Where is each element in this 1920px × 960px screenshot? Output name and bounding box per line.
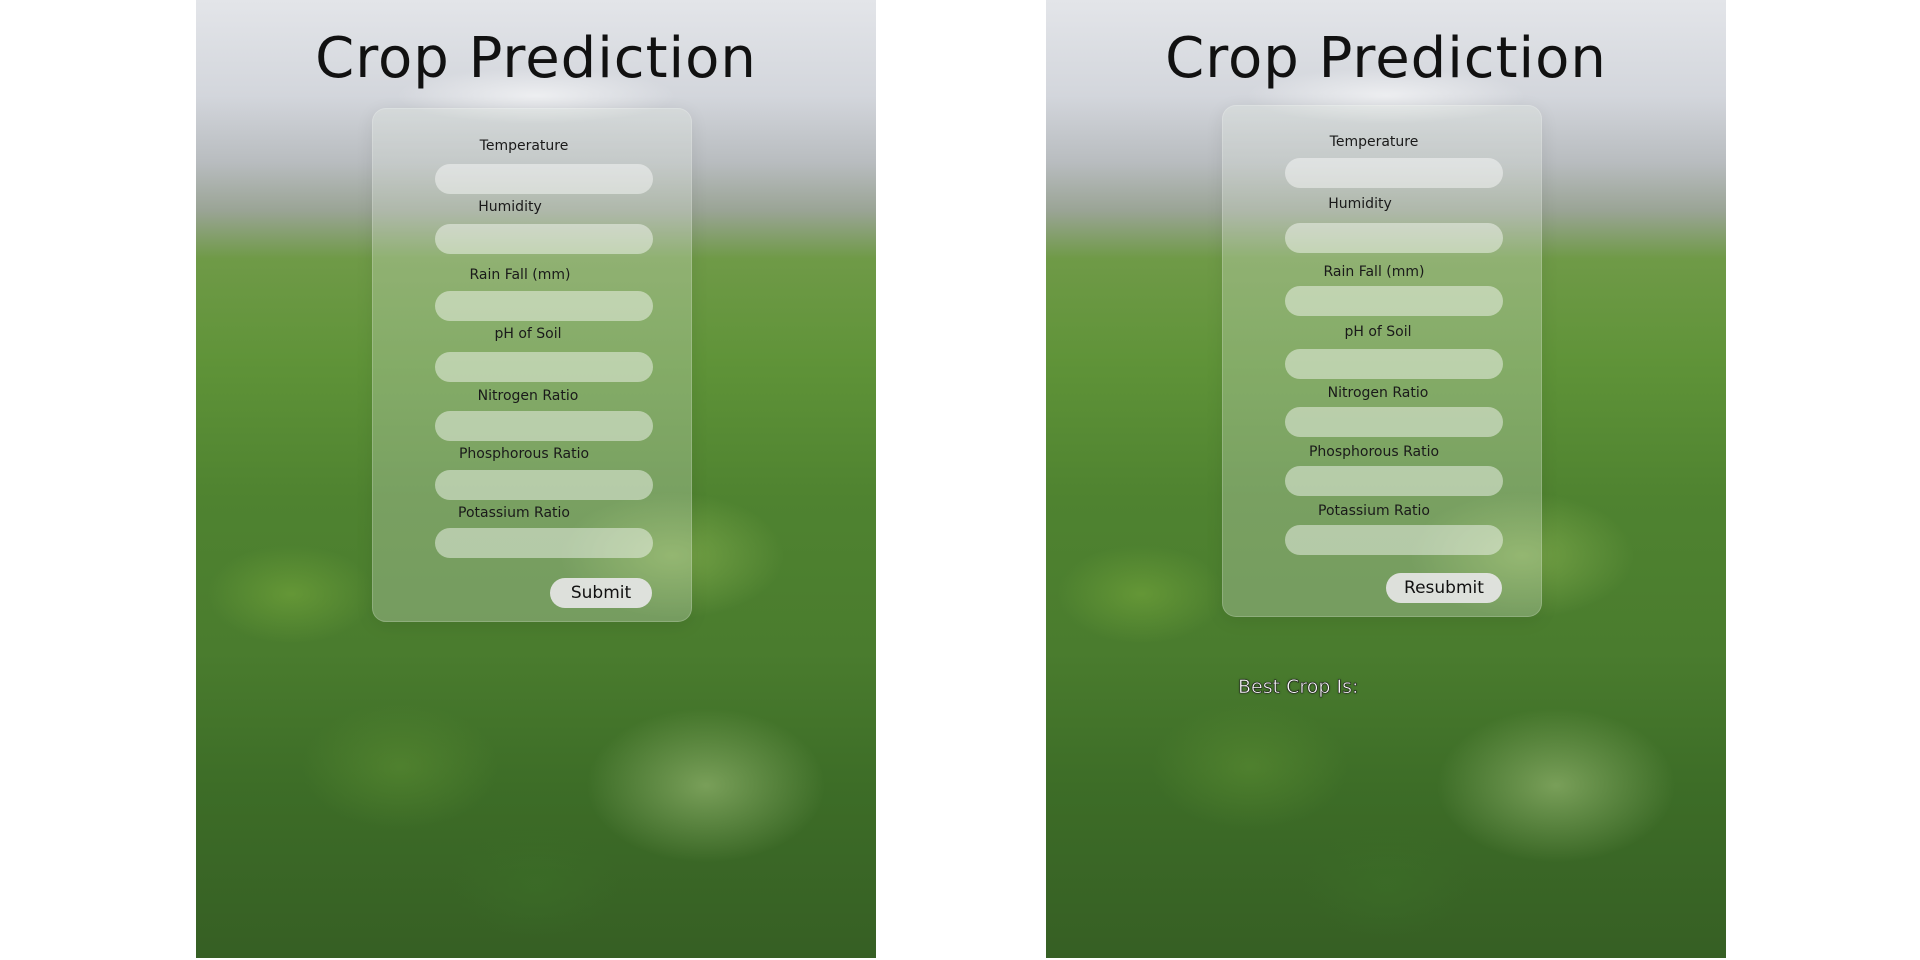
input-card: Temperature Humidity Rain Fall (mm) pH o… xyxy=(372,108,692,622)
form-screen-initial: Crop Prediction Temperature Humidity Rai… xyxy=(196,0,876,958)
soil-ph-input[interactable] xyxy=(435,352,653,382)
temperature-label: Temperature xyxy=(1329,134,1419,150)
nitrogen-label: Nitrogen Ratio xyxy=(477,388,579,404)
resubmit-button[interactable]: Resubmit xyxy=(1386,573,1502,603)
phosphorous-input[interactable] xyxy=(1285,466,1503,496)
best-crop-result: Best Crop Is: xyxy=(1238,676,1359,699)
potassium-label: Potassium Ratio xyxy=(458,505,570,521)
rainfall-input[interactable] xyxy=(435,291,653,321)
rainfall-label: Rain Fall (mm) xyxy=(469,267,571,283)
soil-ph-input[interactable] xyxy=(1285,349,1503,379)
soil-ph-label: pH of Soil xyxy=(494,326,562,342)
soil-ph-label: pH of Soil xyxy=(1344,324,1412,340)
potassium-input[interactable] xyxy=(1285,525,1503,555)
nitrogen-input[interactable] xyxy=(1285,407,1503,437)
page-title: Crop Prediction xyxy=(1165,26,1607,91)
temperature-label: Temperature xyxy=(479,138,569,154)
temperature-input[interactable] xyxy=(435,164,653,194)
nitrogen-input[interactable] xyxy=(435,411,653,441)
submit-button[interactable]: Submit xyxy=(550,578,652,608)
nitrogen-label: Nitrogen Ratio xyxy=(1327,385,1429,401)
temperature-input[interactable] xyxy=(1285,158,1503,188)
humidity-label: Humidity xyxy=(478,199,542,215)
page-title: Crop Prediction xyxy=(315,26,757,91)
form-screen-result: Crop Prediction Temperature Humidity Rai… xyxy=(1046,0,1726,958)
rainfall-input[interactable] xyxy=(1285,286,1503,316)
input-card: Temperature Humidity Rain Fall (mm) pH o… xyxy=(1222,105,1542,617)
humidity-input[interactable] xyxy=(1285,223,1503,253)
phosphorous-input[interactable] xyxy=(435,470,653,500)
phosphorous-label: Phosphorous Ratio xyxy=(1308,444,1440,460)
phosphorous-label: Phosphorous Ratio xyxy=(458,446,590,462)
potassium-label: Potassium Ratio xyxy=(1318,503,1430,519)
rainfall-label: Rain Fall (mm) xyxy=(1323,264,1425,280)
humidity-input[interactable] xyxy=(435,224,653,254)
potassium-input[interactable] xyxy=(435,528,653,558)
humidity-label: Humidity xyxy=(1328,196,1392,212)
